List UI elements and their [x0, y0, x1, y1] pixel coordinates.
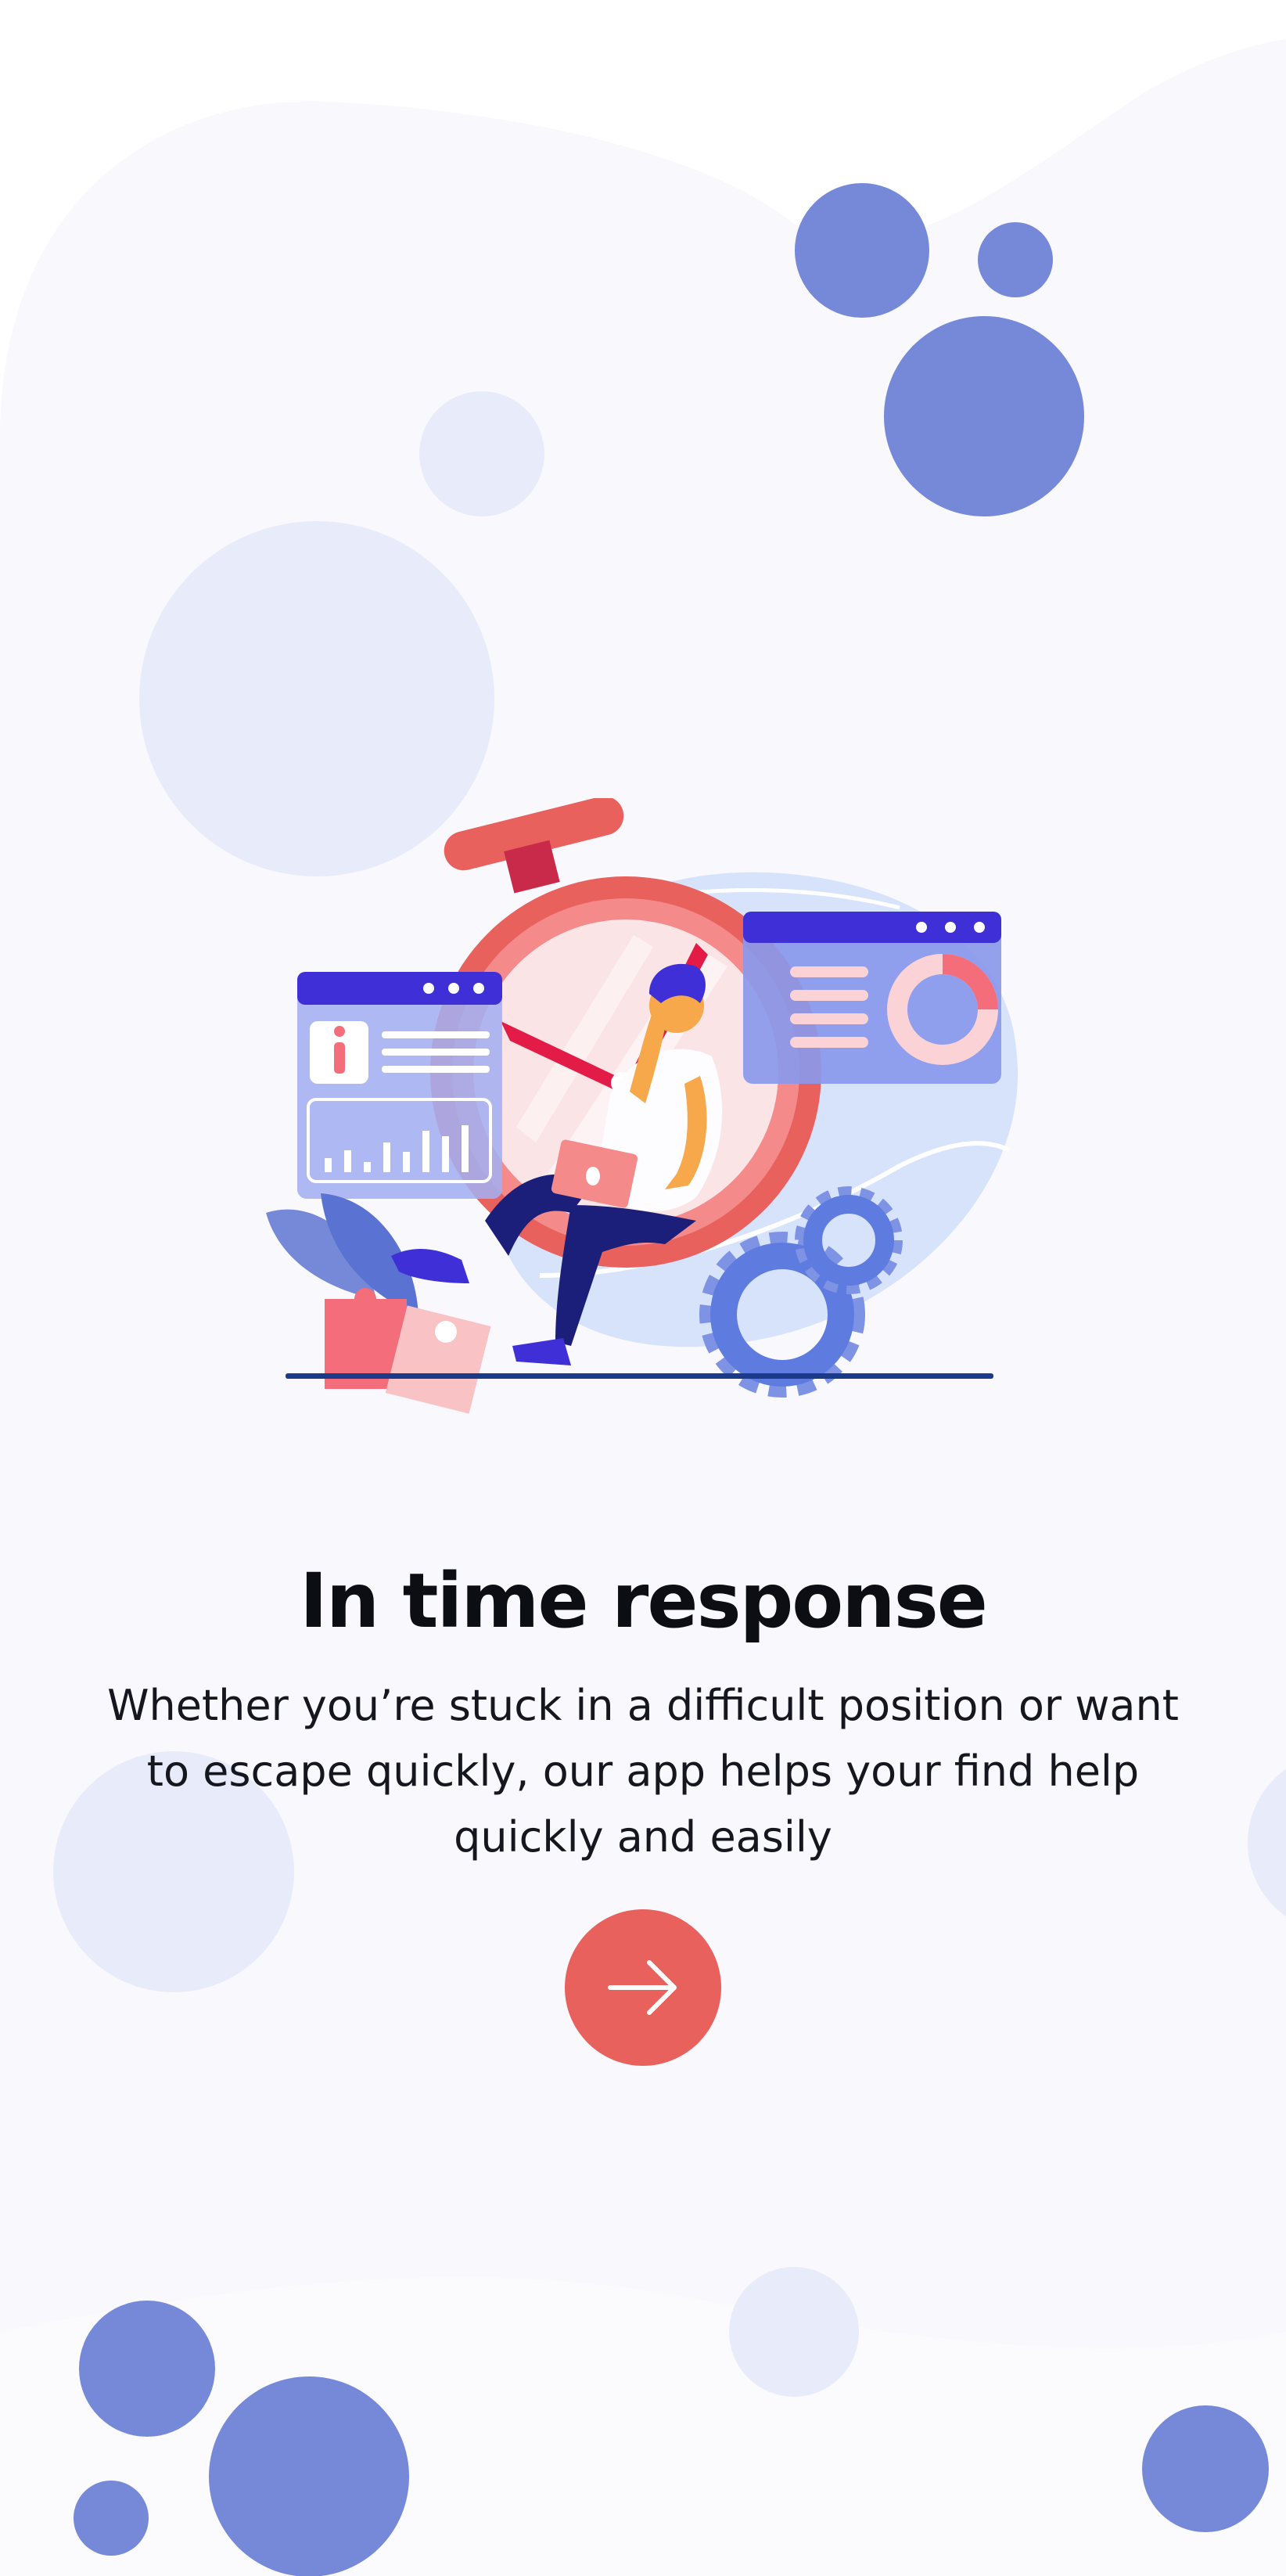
mini-bar [442, 1136, 449, 1172]
bubble-dark [884, 316, 1084, 516]
window-dot [974, 922, 985, 933]
bubble-dark [795, 183, 929, 318]
onboarding-screen: In time response Whether you’re stuck in… [0, 0, 1286, 2576]
panel-line [790, 1037, 868, 1048]
info-panel-header [297, 972, 502, 1005]
next-button[interactable] [565, 1909, 721, 2066]
panel-line [790, 990, 868, 1001]
window-dot [916, 922, 927, 933]
laptop-logo [586, 1167, 600, 1185]
ground-line [286, 1373, 993, 1379]
stopwatch-time-illustration [266, 798, 1018, 1414]
bubble-light [729, 2267, 859, 2397]
analytics-panel-header [743, 912, 1001, 943]
page-description: Whether you’re stuck in a difficult posi… [107, 1681, 1179, 1862]
character-shoe [512, 1338, 571, 1365]
window-dot [945, 922, 956, 933]
puzzle-piece-notch [435, 1321, 457, 1343]
panel-line [790, 1013, 868, 1024]
mini-bar [344, 1150, 351, 1172]
bubble-dark [74, 2481, 149, 2556]
info-icon-dot [334, 1026, 345, 1037]
mini-bar [364, 1162, 371, 1172]
window-dot [423, 983, 434, 994]
bubble-dark [209, 2376, 409, 2576]
page-title: In time response [300, 1557, 988, 1645]
bubble-dark [1142, 2405, 1269, 2532]
mini-bar [403, 1152, 410, 1172]
bubble-dark [978, 222, 1053, 297]
window-dot [473, 983, 484, 994]
mini-bar [383, 1142, 390, 1172]
arrow-right-icon [608, 1960, 677, 2015]
panel-line [382, 1031, 490, 1038]
mini-bar [325, 1158, 332, 1172]
panel-line [790, 966, 868, 977]
puzzle-piece-notch [354, 1288, 376, 1310]
mini-bar [462, 1125, 469, 1172]
panel-line [382, 1049, 490, 1056]
mini-bar [422, 1131, 429, 1172]
window-dot [448, 983, 459, 994]
bubble-light [419, 391, 544, 516]
info-icon [334, 1042, 345, 1074]
panel-line [382, 1066, 490, 1073]
bubble-dark [79, 2301, 215, 2437]
